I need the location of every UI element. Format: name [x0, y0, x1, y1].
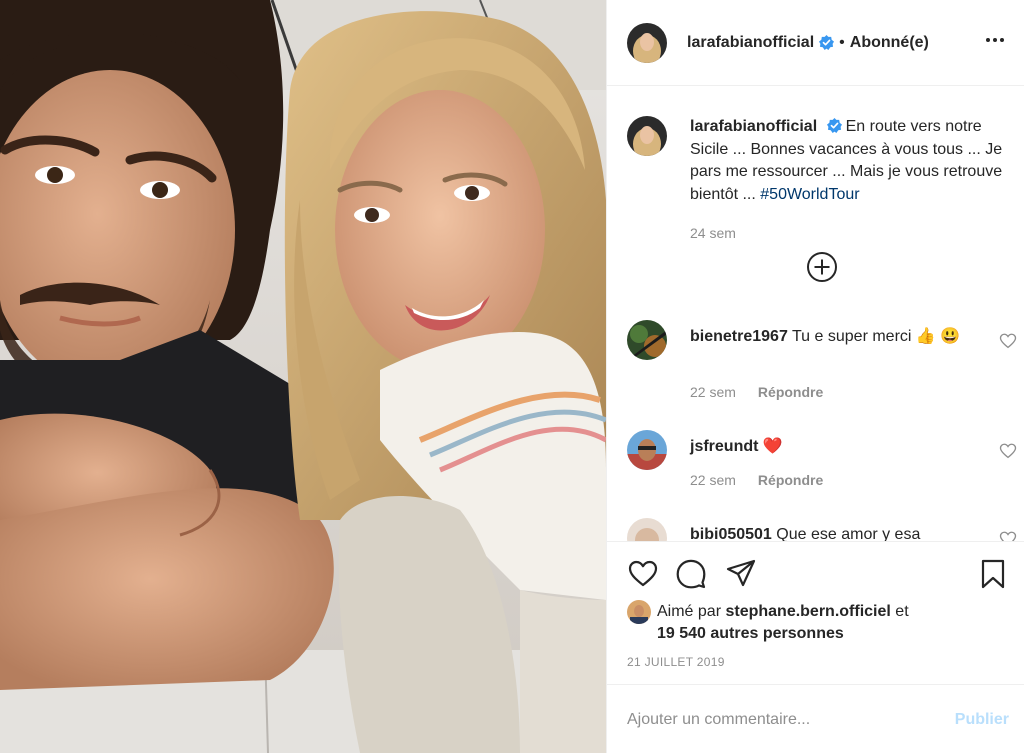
comment-username[interactable]: bibi050501: [690, 526, 772, 541]
caption-avatar[interactable]: [627, 116, 667, 156]
post-actions-section: Aimé par stephane.bern.officiel et 19 54…: [607, 541, 1024, 684]
comment-body: Tu e super merci 👍 😃: [792, 328, 961, 345]
comments-list[interactable]: larafabianofficial En route vers notre S…: [607, 87, 1024, 541]
comment-text: bienetre1967 Tu e super merci 👍 😃: [690, 326, 980, 348]
comment-text: bibi050501 Que ese amor y esa: [690, 524, 980, 541]
comment-like-heart-icon[interactable]: [999, 442, 1017, 460]
likes-prefix: Aimé par: [657, 603, 726, 620]
heart-icon[interactable]: [627, 558, 659, 590]
caption-text: larafabianofficial En route vers notre S…: [690, 116, 1010, 206]
comment-body: ❤️: [762, 438, 783, 455]
post-header: larafabianofficial • Abonné(e): [607, 0, 1024, 86]
caption-username[interactable]: larafabianofficial: [690, 118, 817, 135]
caption-hashtag[interactable]: #50WorldTour: [760, 186, 859, 203]
comment-item: bienetre1967 Tu e super merci 👍 😃 22 sem…: [627, 320, 1017, 400]
comment-input[interactable]: [627, 705, 937, 735]
reply-button[interactable]: Répondre: [758, 472, 823, 488]
likes-line: Aimé par stephane.bern.officiel et: [657, 600, 909, 623]
liker-avatar[interactable]: [627, 600, 651, 624]
likes-others[interactable]: 19 540 autres personnes: [657, 622, 844, 645]
comment-username[interactable]: bienetre1967: [690, 328, 788, 345]
likes-conjunction: et: [890, 603, 909, 620]
verified-badge-icon: [819, 35, 835, 50]
comment-username[interactable]: jsfreundt: [690, 438, 758, 455]
author-avatar[interactable]: [627, 22, 667, 63]
post-sidebar: larafabianofficial • Abonné(e) larafabia…: [606, 0, 1024, 753]
comment-text: jsfreundt ❤️: [690, 436, 980, 458]
bookmark-icon[interactable]: [977, 558, 1009, 590]
instagram-post: larafabianofficial • Abonné(e) larafabia…: [0, 0, 1024, 753]
comment-timestamp[interactable]: 22 sem: [690, 384, 736, 400]
comment-meta: 22 sem Répondre: [690, 472, 823, 488]
post-date[interactable]: 21 JUILLET 2019: [627, 655, 725, 669]
action-bar: [627, 556, 1009, 590]
publish-button[interactable]: Publier: [955, 711, 1009, 729]
more-options-icon[interactable]: [983, 28, 1007, 52]
comment-meta: 22 sem Répondre: [690, 384, 823, 400]
follow-status-button[interactable]: Abonné(e): [850, 34, 929, 52]
comment-item: bibi050501 Que ese amor y esa: [627, 518, 1017, 541]
verified-badge-icon: [826, 118, 842, 133]
author-username[interactable]: larafabianofficial: [687, 34, 814, 52]
plus-circle-icon[interactable]: [806, 251, 838, 283]
comment-item: jsfreundt ❤️ 22 sem Répondre: [627, 430, 1017, 500]
comment-bubble-icon[interactable]: [675, 558, 707, 590]
liker-username[interactable]: stephane.bern.officiel: [725, 603, 890, 620]
post-photo[interactable]: [0, 0, 606, 753]
commenter-avatar[interactable]: [627, 430, 667, 470]
paper-plane-icon[interactable]: [725, 558, 757, 590]
header-separator: •: [839, 33, 845, 51]
commenter-avatar[interactable]: [627, 320, 667, 360]
comment-like-heart-icon[interactable]: [999, 530, 1017, 541]
reply-button[interactable]: Répondre: [758, 384, 823, 400]
caption-timestamp[interactable]: 24 sem: [690, 225, 736, 241]
comment-timestamp[interactable]: 22 sem: [690, 472, 736, 488]
add-comment-bar: Publier: [607, 684, 1024, 753]
commenter-avatar[interactable]: [627, 518, 667, 541]
comment-body: Que ese amor y esa: [776, 526, 921, 541]
comment-like-heart-icon[interactable]: [999, 332, 1017, 350]
post-image: [0, 0, 606, 753]
